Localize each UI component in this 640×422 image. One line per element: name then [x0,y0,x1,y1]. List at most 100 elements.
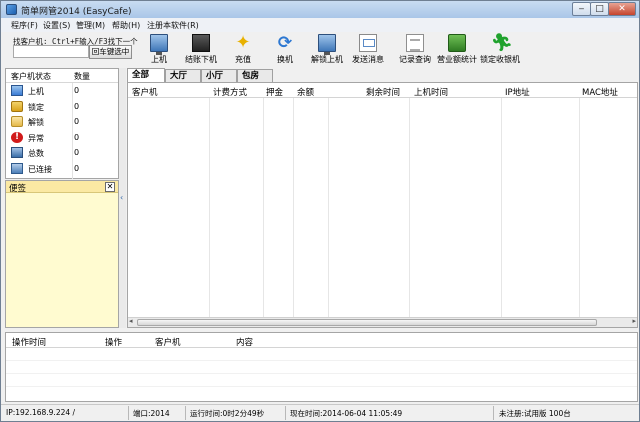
operation-log[interactable]: 操作时间 操作 客户机 内容 [5,332,638,402]
toolbar-checkout-button[interactable]: 结账下机 [184,34,218,66]
notes-title: 便签 [9,184,27,194]
status-separator [285,406,286,420]
header-client-status: 客户机状态 [11,72,51,81]
scroll-thumb[interactable] [137,319,597,326]
menu-bar: 程序(F) 设置(S) 管理(M) 帮助(H) 注册本软件(R) [1,18,639,32]
status-separator [493,406,494,420]
tab-all[interactable]: 全部 [127,68,165,83]
unlock-icon [11,116,23,127]
toolbar-label: 发送消息 [352,55,384,64]
tab-hall[interactable]: 大厅 [165,69,201,82]
col-remaining[interactable]: 剩余时间 [366,86,400,98]
status-name: 解锁 [28,118,44,127]
menu-help[interactable]: 帮助(H) [112,20,140,31]
main-window: 简单网管2014 (EasyCafe) ‒ □ ✕ 程序(F) 设置(S) 管理… [0,0,640,422]
status-row-abnormal[interactable]: ! 异常 0 [6,130,118,146]
col-op-client[interactable]: 客户机 [155,336,181,348]
connected-icon [11,162,23,174]
toolbar: 找客户机: Ctrl+F输入/F3找下一个 回车键选中 上机 结账下机 ✦ 充值… [1,32,639,68]
monitor-icon [150,34,168,55]
notes-close-button[interactable]: ✕ [105,182,115,192]
client-grid[interactable]: 客户机 计费方式 押金 余额 剩余时间 上机时间 IP地址 MAC地址 ◂ ▸ [127,82,638,328]
status-count: 0 [74,101,80,111]
scroll-right-icon[interactable]: ▸ [632,317,636,325]
grid-column-line [579,83,580,327]
col-op[interactable]: 操作 [105,336,122,348]
menu-manage[interactable]: 管理(M) [76,20,105,31]
grid-column-line [409,83,410,327]
toolbar-online-button[interactable]: 上机 [147,34,171,66]
status-name: 上机 [28,87,44,96]
toolbar-label: 解锁上机 [311,55,343,64]
lock-icon [11,100,23,112]
notes-header: 便签 ✕ [6,181,118,194]
status-name: 异常 [28,133,44,143]
enter-select-button[interactable]: 回车键选中 [89,45,132,59]
col-online-time[interactable]: 上机时间 [414,86,448,98]
col-ip[interactable]: IP地址 [505,86,530,98]
maximize-button[interactable]: □ [590,2,609,16]
toolbar-send-message-button[interactable]: 发送消息 [351,34,385,66]
grid-column-line [263,83,264,327]
notes-panel[interactable]: 便签 ✕ [5,180,119,328]
area-tabs: 全部 大厅 小厅 包房 [127,68,638,83]
collapse-arrow-icon[interactable]: ‹ [120,193,123,202]
toolbar-label: 换机 [277,55,293,64]
scroll-left-icon[interactable]: ◂ [129,317,133,325]
close-button[interactable]: ✕ [608,2,636,16]
tab-private-room[interactable]: 包房 [237,69,273,82]
tab-small-hall[interactable]: 小厅 [201,69,237,82]
star-icon: ✦ [235,32,251,53]
refresh-icon: ⟳ [277,33,293,53]
status-count: 0 [74,163,80,173]
status-count: 0 [74,117,80,126]
col-client[interactable]: 客户机 [132,86,158,98]
find-client-input[interactable] [13,45,89,58]
status-runtime: 运行时间:0时2分49秒 [190,409,265,418]
status-bar: IP:192.168.9.224 / 端口:2014 运行时间:0时2分49秒 … [1,404,639,421]
log-row [6,374,637,387]
menu-settings[interactable]: 设置(S) [43,20,70,31]
col-mac[interactable]: MAC地址 [582,86,618,98]
col-deposit[interactable]: 押金 [266,86,283,98]
window-title: 简单网管2014 (EasyCafe) [21,7,132,17]
col-billing[interactable]: 计费方式 [213,86,247,98]
status-row-online[interactable]: 上机 0 [6,83,118,99]
checkout-icon [192,34,210,52]
toolbar-label: 充值 [235,55,251,64]
status-now: 现在时间:2014-06-04 11:05:49 [290,409,403,418]
status-row-locked[interactable]: 锁定 0 [6,99,118,115]
minimize-button[interactable]: ‒ [572,2,591,16]
horizontal-scrollbar[interactable]: ◂ ▸ [128,317,637,327]
title-bar[interactable]: 简单网管2014 (EasyCafe) ‒ □ ✕ [1,1,639,18]
toolbar-records-button[interactable]: 记录查询 [398,34,432,66]
toolbar-recharge-button[interactable]: ✦ 充值 [231,34,255,66]
status-row-connected[interactable]: 已连接 0 [6,161,118,177]
menu-program[interactable]: 程序(F) [11,20,38,31]
status-count: 0 [74,148,80,157]
header-count: 数量 [74,72,90,81]
toolbar-unlock-online-button[interactable]: 解锁上机 [310,34,344,66]
status-count: 0 [74,86,80,95]
toolbar-label: 锁定收银机 [480,55,520,64]
toolbar-revenue-button[interactable]: 营业额统计 [437,34,477,66]
status-registration: 未注册:试用版 100台 [499,409,571,418]
status-ip: IP:192.168.9.224 / [6,408,76,417]
lock-cashier-icon: 🏃︎ [491,33,513,53]
total-icon [11,147,23,158]
status-row-unlocked[interactable]: 解锁 0 [6,114,118,130]
toolbar-switch-button[interactable]: ⟳ 换机 [273,34,297,66]
col-op-content[interactable]: 内容 [236,336,253,348]
toolbar-lock-cashier-button[interactable]: 🏃︎ 锁定收银机 [480,34,520,66]
grid-column-line [501,83,502,327]
col-op-time[interactable]: 操作时间 [12,336,46,348]
records-icon [406,34,424,52]
status-count: 0 [74,132,80,142]
revenue-icon [448,34,466,52]
status-port: 端口:2014 [133,409,170,418]
grid-column-line [209,83,210,327]
panel-splitter[interactable]: ‹ [119,68,126,328]
status-row-total[interactable]: 总数 0 [6,145,118,161]
menu-register[interactable]: 注册本软件(R) [147,20,199,31]
col-balance[interactable]: 余额 [297,86,314,98]
